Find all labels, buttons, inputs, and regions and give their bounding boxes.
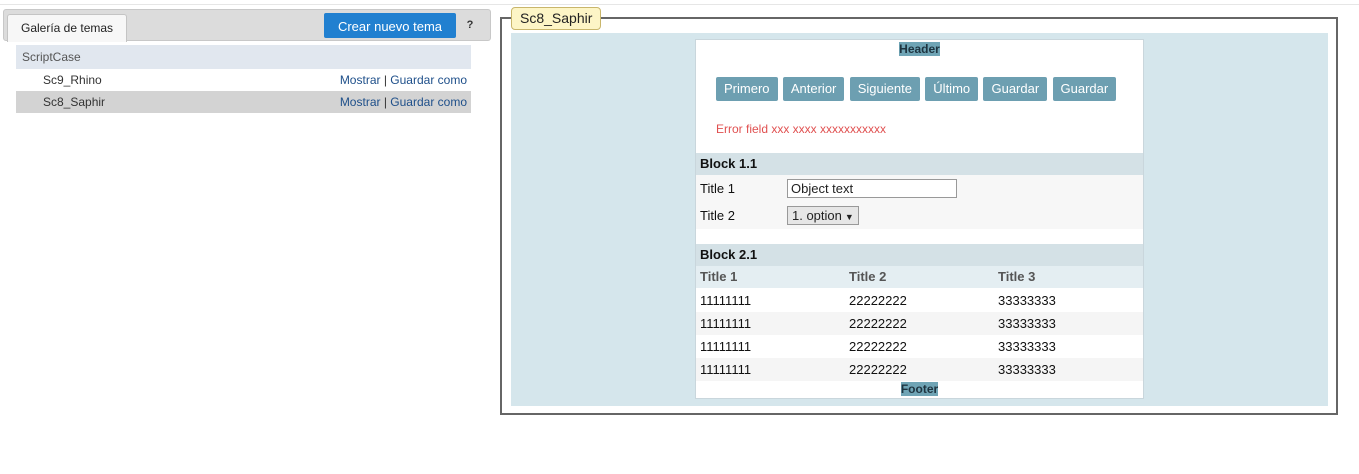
save-button-2[interactable]: Guardar [1052, 77, 1117, 101]
footer-label: Footer [900, 382, 939, 396]
table-cell: 11111111 [700, 316, 752, 331]
theme-list: ScriptCase Sc9_Rhino Mostrar | Guardar c… [16, 45, 471, 113]
theme-group-header[interactable]: ScriptCase [16, 45, 471, 69]
option-select-value: 1. option [792, 208, 842, 223]
theme-actions: Mostrar | Guardar como [340, 91, 467, 113]
help-icon[interactable]: ? [460, 13, 480, 38]
option-select[interactable]: 1. option ▼ [787, 206, 859, 225]
theme-name: Sc8_Saphir [43, 95, 106, 109]
block-1-title: Block 1.1 [696, 153, 1143, 175]
table-cell: 11111111 [700, 339, 752, 354]
tab-bar: Galería de temas Crear nuevo tema ? [3, 9, 491, 42]
column-header[interactable]: Title 1 [700, 266, 737, 288]
table-cell: 33333333 [998, 339, 1056, 354]
preview-toolbar: Primero Anterior Siguiente Último Guarda… [716, 77, 1118, 101]
create-theme-button[interactable]: Crear nuevo tema [324, 13, 456, 38]
field-2-label: Title 2 [700, 208, 735, 223]
table-cell: 22222222 [849, 293, 907, 308]
show-link[interactable]: Mostrar [340, 73, 381, 87]
header-label: Header [899, 42, 940, 56]
dropdown-arrow-icon: ▼ [844, 212, 854, 222]
preview-legend: Sc8_Saphir [511, 7, 602, 30]
theme-row-sc8-saphir[interactable]: Sc8_Saphir Mostrar | Guardar como [16, 91, 471, 113]
column-header[interactable]: Title 2 [849, 266, 886, 288]
preview-header: Header [696, 42, 1143, 56]
field-1-label: Title 1 [700, 181, 735, 196]
table-row: 11111111 22222222 33333333 [696, 335, 1143, 358]
table-cell: 11111111 [700, 293, 752, 308]
theme-name: Sc9_Rhino [43, 73, 102, 87]
theme-row-sc9-rhino[interactable]: Sc9_Rhino Mostrar | Guardar como [16, 69, 471, 91]
top-divider [0, 0, 1359, 5]
table-cell: 22222222 [849, 316, 907, 331]
tab-theme-gallery[interactable]: Galería de temas [7, 14, 128, 42]
table-row: 11111111 22222222 33333333 [696, 312, 1143, 335]
next-button[interactable]: Siguiente [849, 77, 920, 101]
save-button[interactable]: Guardar [983, 77, 1048, 101]
table-cell: 33333333 [998, 293, 1056, 308]
table-cell: 22222222 [849, 339, 907, 354]
object-text-input[interactable]: Object text [787, 179, 957, 198]
theme-actions: Mostrar | Guardar como [340, 69, 467, 91]
grid-header: Title 1 Title 2 Title 3 [696, 266, 1143, 288]
column-header[interactable]: Title 3 [998, 266, 1035, 288]
table-cell: 33333333 [998, 316, 1056, 331]
preview-app: Header Primero Anterior Siguiente Último… [695, 39, 1144, 399]
save-as-link[interactable]: Guardar como [390, 95, 467, 109]
error-message: Error field xxx xxxx xxxxxxxxxxx [716, 122, 887, 136]
table-row: 11111111 22222222 33333333 [696, 358, 1143, 381]
first-button[interactable]: Primero [716, 77, 778, 101]
block-1-body: Title 1 Object text Title 2 1. option ▼ [696, 175, 1143, 229]
table-row: 11111111 22222222 33333333 [696, 289, 1143, 312]
last-button[interactable]: Último [925, 77, 979, 101]
table-cell: 11111111 [700, 362, 752, 377]
theme-gallery-panel: Galería de temas Crear nuevo tema ? [3, 9, 491, 42]
separator: | [383, 95, 387, 109]
show-link[interactable]: Mostrar [340, 95, 381, 109]
preview-footer: Footer [696, 382, 1143, 396]
table-cell: 22222222 [849, 362, 907, 377]
block-2-title: Block 2.1 [696, 244, 1143, 266]
previous-button[interactable]: Anterior [782, 77, 845, 101]
separator: | [383, 73, 387, 87]
save-as-link[interactable]: Guardar como [390, 73, 467, 87]
table-cell: 33333333 [998, 362, 1056, 377]
